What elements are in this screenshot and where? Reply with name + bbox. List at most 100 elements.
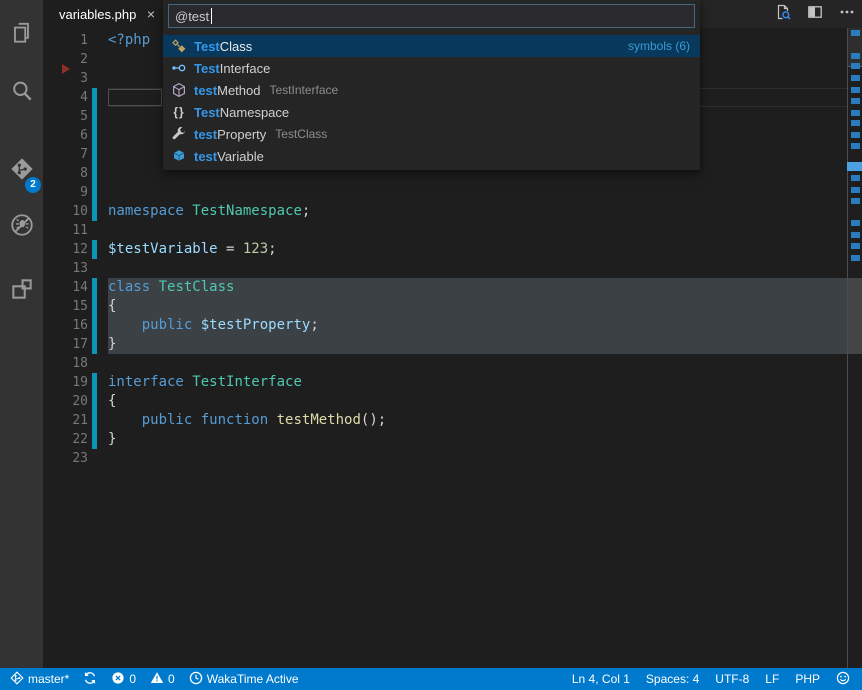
activity-bar-item-files[interactable] (0, 12, 43, 58)
symbol-description: TestClass (275, 127, 327, 141)
property-icon (171, 126, 187, 142)
code-line-9[interactable]: 9 (43, 183, 862, 202)
code-text: public function testMethod(); (108, 411, 847, 430)
more-actions-icon (839, 4, 855, 25)
editor-actions (774, 0, 856, 28)
search-icon (9, 78, 35, 109)
sync-status[interactable] (83, 671, 97, 688)
symbol-item-testclass[interactable]: TestClasssymbols (6) (163, 35, 700, 57)
ruler-match-mark (851, 53, 860, 59)
status-label: LF (765, 672, 779, 686)
git-modified-indicator (88, 145, 108, 164)
symbol-item-testvariable[interactable]: testVariable (163, 145, 700, 167)
line-number: 14 (43, 278, 88, 297)
ruler-match-mark (851, 30, 860, 36)
symbol-suggestion-list: TestClasssymbols (6)TestInterfacetestMet… (163, 35, 700, 167)
code-line-20[interactable]: 20{ (43, 392, 862, 411)
gutter-space (88, 354, 108, 373)
find-in-file-button[interactable] (774, 5, 792, 23)
git-modified-indicator (88, 278, 108, 297)
symbol-item-testnamespace[interactable]: {}TestNamespace (163, 101, 700, 123)
code-text (108, 449, 847, 468)
status-label: 0 (129, 672, 136, 686)
git-modified-indicator (88, 126, 108, 145)
git-modified-indicator (88, 411, 108, 430)
code-line-12[interactable]: 12$testVariable = 123; (43, 240, 862, 259)
symbol-item-testmethod[interactable]: testMethodTestInterface (163, 79, 700, 101)
symbol-label: testVariable (194, 149, 264, 164)
activity-bar-item-search[interactable] (0, 70, 43, 116)
cursor-position[interactable]: Ln 4, Col 1 (572, 672, 630, 686)
git-modified-indicator (88, 297, 108, 316)
symbol-label: testMethod (194, 83, 261, 98)
sync-icon (83, 671, 97, 688)
activity-bar: 2 (0, 0, 43, 668)
code-line-17[interactable]: 17} (43, 335, 862, 354)
code-line-11[interactable]: 11 (43, 221, 862, 240)
git-modified-indicator (88, 373, 108, 392)
wakatime-status[interactable]: WakaTime Active (189, 671, 299, 688)
status-bar: master* 00 WakaTime Active Ln 4, Col 1 Spac… (0, 668, 862, 690)
code-line-16[interactable]: 16 public $testProperty; (43, 316, 862, 335)
code-line-10[interactable]: 10namespace TestNamespace; (43, 202, 862, 221)
extensions-icon (9, 276, 35, 307)
status-label: Ln 4, Col 1 (572, 672, 630, 686)
pending-changes-badge: 2 (25, 177, 41, 193)
ruler-match-mark (851, 75, 860, 81)
activity-bar-item-source-control[interactable]: 2 (0, 148, 43, 194)
line-number: 13 (43, 259, 88, 278)
line-number: 17 (43, 335, 88, 354)
warning-count[interactable]: 0 (150, 671, 175, 688)
code-text (108, 354, 847, 373)
code-text: } (108, 430, 847, 449)
git-modified-indicator (88, 430, 108, 449)
git-modified-indicator (88, 202, 108, 221)
encoding[interactable]: UTF-8 (715, 672, 749, 686)
smiley-icon (836, 671, 850, 688)
code-text (108, 183, 847, 202)
ruler-selection-mark (848, 278, 862, 354)
line-number: 21 (43, 411, 88, 430)
ruler-match-mark (851, 220, 860, 226)
status-bar-left: master* 00 WakaTime Active (0, 671, 299, 688)
language-mode[interactable]: PHP (795, 672, 820, 686)
code-line-13[interactable]: 13 (43, 259, 862, 278)
feedback-smiley[interactable] (836, 671, 850, 688)
debug-icon (9, 212, 35, 243)
code-line-15[interactable]: 15{ (43, 297, 862, 316)
close-icon[interactable]: × (147, 7, 155, 21)
code-line-22[interactable]: 22} (43, 430, 862, 449)
indentation[interactable]: Spaces: 4 (646, 672, 699, 686)
namespace-icon: {} (171, 104, 187, 120)
ruler-match-mark (851, 255, 860, 261)
overview-ruler[interactable] (847, 28, 862, 668)
line-number: 1 (43, 31, 88, 50)
split-editor-button[interactable] (806, 5, 824, 23)
find-in-file-icon (775, 4, 791, 25)
code-line-21[interactable]: 21 public function testMethod(); (43, 411, 862, 430)
symbol-item-testproperty[interactable]: testPropertyTestClass (163, 123, 700, 145)
text-caret (211, 8, 212, 24)
code-line-18[interactable]: 18 (43, 354, 862, 373)
git-modified-indicator (88, 316, 108, 335)
ruler-match-mark (851, 63, 860, 69)
warning-icon (150, 671, 164, 688)
symbol-item-testinterface[interactable]: TestInterface (163, 57, 700, 79)
more-actions-button[interactable] (838, 5, 856, 23)
ruler-match-mark (851, 198, 860, 204)
activity-bar-item-debug[interactable] (0, 204, 43, 250)
tab-variables-php[interactable]: variables.php × (43, 0, 163, 28)
code-line-14[interactable]: 14class TestClass (43, 278, 862, 297)
eol[interactable]: LF (765, 672, 779, 686)
quick-open-input[interactable] (168, 4, 695, 28)
activity-bar-item-extensions[interactable] (0, 268, 43, 314)
branch-icon (10, 671, 24, 688)
git-branch-status[interactable]: master* (10, 671, 69, 688)
line-number: 16 (43, 316, 88, 335)
error-count[interactable]: 0 (111, 671, 136, 688)
code-text (108, 221, 847, 240)
ruler-match-mark (851, 98, 860, 104)
code-text: namespace TestNamespace; (108, 202, 847, 221)
code-line-19[interactable]: 19interface TestInterface (43, 373, 862, 392)
code-line-23[interactable]: 23 (43, 449, 862, 468)
